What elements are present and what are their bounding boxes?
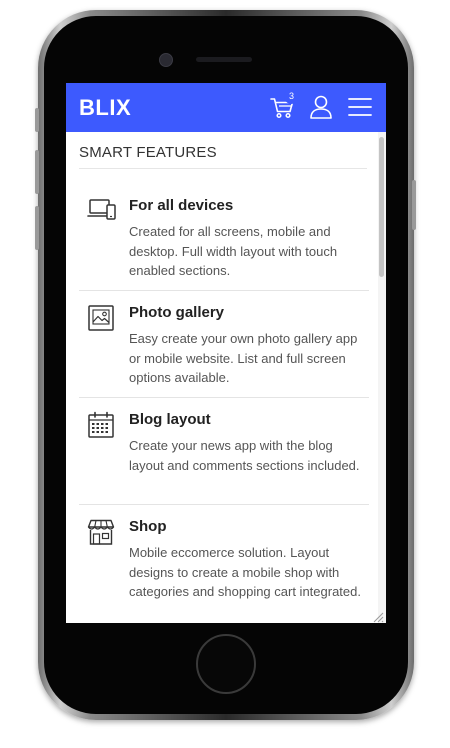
- silent-switch: [35, 108, 39, 132]
- front-camera: [159, 53, 173, 67]
- title-divider: [79, 168, 367, 169]
- volume-up-button: [35, 150, 39, 194]
- scrollbar-thumb[interactable]: [379, 137, 384, 277]
- menu-icon[interactable]: [346, 93, 374, 121]
- feature-title: For all devices: [129, 197, 234, 214]
- volume-down-button: [35, 206, 39, 250]
- shop-icon: [87, 519, 115, 545]
- feature-item-devices[interactable]: For all devices Created for all screens,…: [79, 197, 369, 287]
- app-header: BLIX 3: [66, 83, 386, 132]
- feature-title: Blog layout: [129, 411, 211, 428]
- feature-description: Easy create your own photo gallery app o…: [129, 331, 358, 385]
- photo-gallery-icon: [88, 305, 114, 331]
- earpiece-speaker: [196, 57, 252, 62]
- feature-item-photo-gallery[interactable]: Photo gallery Easy create your own photo…: [79, 304, 369, 394]
- cart-count-badge: 3: [284, 89, 299, 104]
- feature-divider: [79, 290, 369, 291]
- calendar-icon: [88, 411, 114, 438]
- feature-divider: [79, 397, 369, 398]
- section-title: SMART FEATURES: [79, 144, 217, 161]
- phone-screen: BLIX 3 SMART FEATURES For all devices Cr…: [66, 83, 386, 623]
- feature-description: Create your news app with the blog layou…: [129, 438, 360, 473]
- feature-divider: [79, 504, 369, 505]
- feature-item-blog-layout[interactable]: Blog layout Create your news app with th…: [79, 411, 369, 501]
- feature-item-shop[interactable]: Shop Mobile eccomerce solution. Layout d…: [79, 518, 369, 623]
- feature-title: Shop: [129, 518, 167, 535]
- features-content: SMART FEATURES For all devices Created f…: [66, 132, 378, 623]
- user-icon[interactable]: [307, 93, 335, 121]
- brand-logo[interactable]: BLIX: [79, 95, 131, 121]
- feature-description: Mobile eccomerce solution. Layout design…: [129, 545, 361, 599]
- home-button[interactable]: [196, 634, 256, 694]
- resize-grip-icon[interactable]: [372, 611, 384, 623]
- power-button: [412, 180, 416, 230]
- devices-icon: [87, 199, 116, 220]
- feature-description: Created for all screens, mobile and desk…: [129, 224, 338, 278]
- feature-title: Photo gallery: [129, 304, 225, 321]
